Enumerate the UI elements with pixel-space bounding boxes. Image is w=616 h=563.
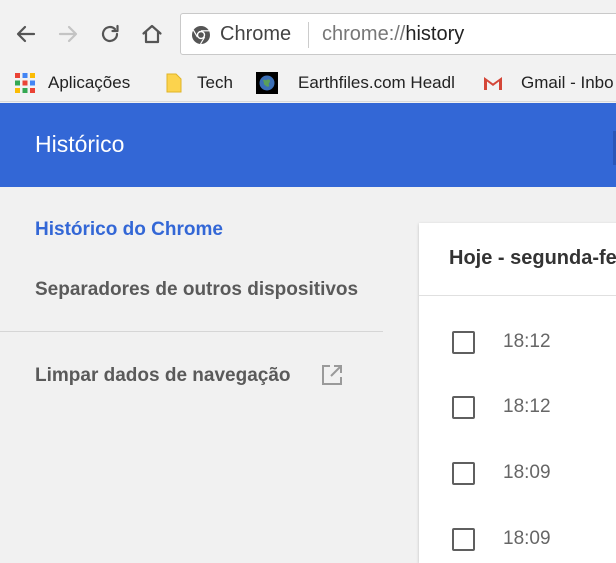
bookmark-tech-folder[interactable]: Tech [163, 70, 233, 96]
sidebar: Histórico do Chrome Separadores de outro… [0, 187, 383, 548]
bookmark-label: Earthfiles.com Headl [298, 73, 455, 92]
bookmarks-bar: Aplicações Tech Earthfiles.com Headl Gma… [0, 64, 616, 102]
entry-time: 18:09 [503, 528, 551, 549]
arrow-right-icon [58, 25, 78, 43]
reload-button[interactable] [96, 20, 124, 48]
history-entry[interactable]: 18:09 [419, 520, 616, 560]
history-entry[interactable]: 18:09 [419, 454, 616, 494]
chrome-logo-icon [192, 26, 210, 45]
home-button[interactable] [138, 20, 166, 48]
site-chip-label: Chrome [220, 23, 292, 45]
home-icon [142, 24, 162, 44]
external-link-icon [322, 365, 342, 385]
bookmark-earthfiles[interactable]: Earthfiles.com Headl [256, 70, 455, 96]
forward-button[interactable] [54, 20, 82, 48]
arrow-left-icon [16, 25, 36, 43]
url-host: history [405, 23, 465, 45]
date-heading: Hoje - segunda-fe [449, 247, 616, 269]
entry-time: 18:12 [503, 331, 551, 352]
address-bar[interactable]: Chrome chrome://history [180, 13, 616, 55]
history-card: Hoje - segunda-fe 18:12 18:12 18:09 18:0… [419, 223, 616, 563]
bookmark-label: Aplicações [48, 73, 131, 92]
entry-time: 18:12 [503, 396, 551, 417]
page-title: Histórico [35, 131, 125, 157]
bookmark-apps[interactable]: Aplicações [14, 70, 130, 96]
bookmark-label: Gmail - Inbo [521, 73, 614, 92]
entry-checkbox[interactable] [452, 331, 475, 354]
history-entry[interactable]: 18:12 [419, 388, 616, 428]
bookmark-gmail[interactable]: Gmail - Inbo [481, 70, 614, 96]
entry-checkbox[interactable] [452, 462, 475, 485]
card-divider [419, 295, 616, 296]
sidebar-item-clear-browsing-data[interactable]: Limpar dados de navegação [35, 365, 291, 387]
folder-icon [166, 73, 182, 93]
history-entry[interactable]: 18:12 [419, 323, 616, 363]
app-header: Histórico [0, 103, 616, 187]
entry-time: 18:09 [503, 462, 551, 483]
url-scheme: chrome:// [322, 23, 406, 45]
sidebar-divider [0, 331, 383, 332]
sidebar-item-chrome-history[interactable]: Histórico do Chrome [35, 219, 223, 241]
entry-checkbox[interactable] [452, 396, 475, 419]
gmail-icon [484, 77, 502, 90]
omnibox-separator [308, 22, 309, 48]
back-button[interactable] [12, 20, 40, 48]
apps-grid-icon [15, 73, 35, 93]
reload-icon [101, 24, 119, 43]
bookmark-label: Tech [197, 73, 233, 92]
earth-icon [256, 72, 278, 94]
browser-toolbar: Chrome chrome://history [0, 0, 616, 64]
url-text: chrome://history [322, 23, 464, 46]
sidebar-item-other-devices[interactable]: Separadores de outros dispositivos [35, 279, 358, 301]
